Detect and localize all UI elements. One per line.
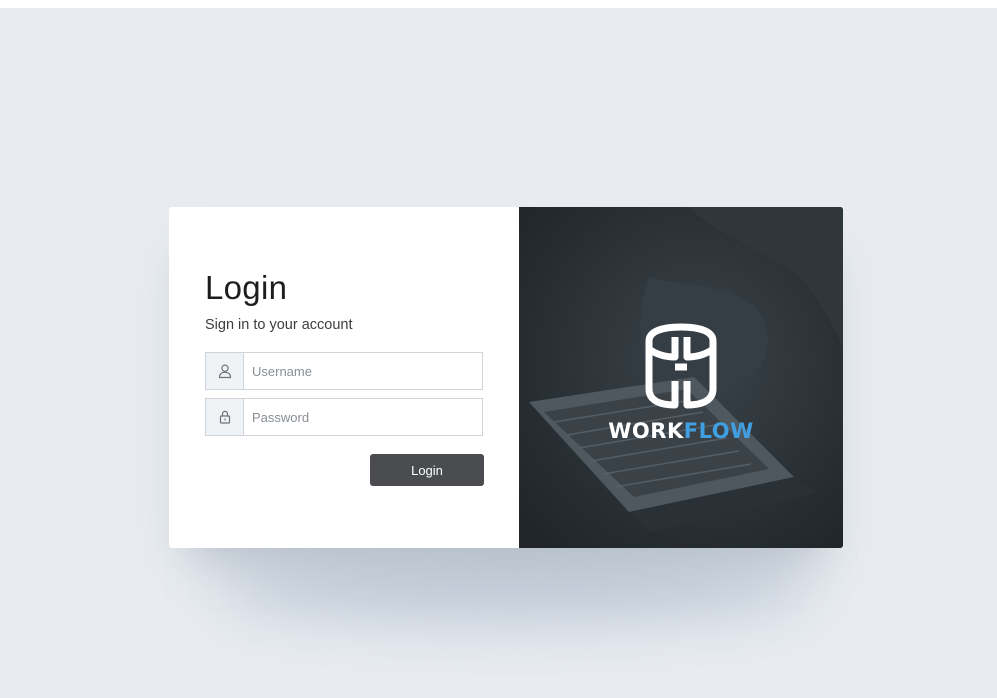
card-shadow xyxy=(215,553,815,623)
password-input[interactable] xyxy=(244,399,482,435)
brand-wordmark: WORKFLOW xyxy=(519,419,843,443)
user-icon xyxy=(206,353,244,389)
workflow-logo: WORKFLOW xyxy=(519,323,843,443)
workflow-logo-icon xyxy=(645,323,717,409)
username-input[interactable] xyxy=(244,353,482,389)
lock-icon xyxy=(206,399,244,435)
page-subtitle: Sign in to your account xyxy=(205,317,353,333)
username-group xyxy=(205,352,483,390)
brand-panel: WORKFLOW xyxy=(519,207,843,548)
brand-word-work: WORK xyxy=(608,419,684,443)
page-title: Login xyxy=(205,269,288,306)
login-panel: Login Sign in to your account Login xyxy=(169,207,519,548)
brand-word-flow: FLOW xyxy=(683,419,754,443)
login-button[interactable]: Login xyxy=(370,454,484,486)
login-card: Login Sign in to your account Login xyxy=(169,207,843,548)
password-group xyxy=(205,398,483,436)
